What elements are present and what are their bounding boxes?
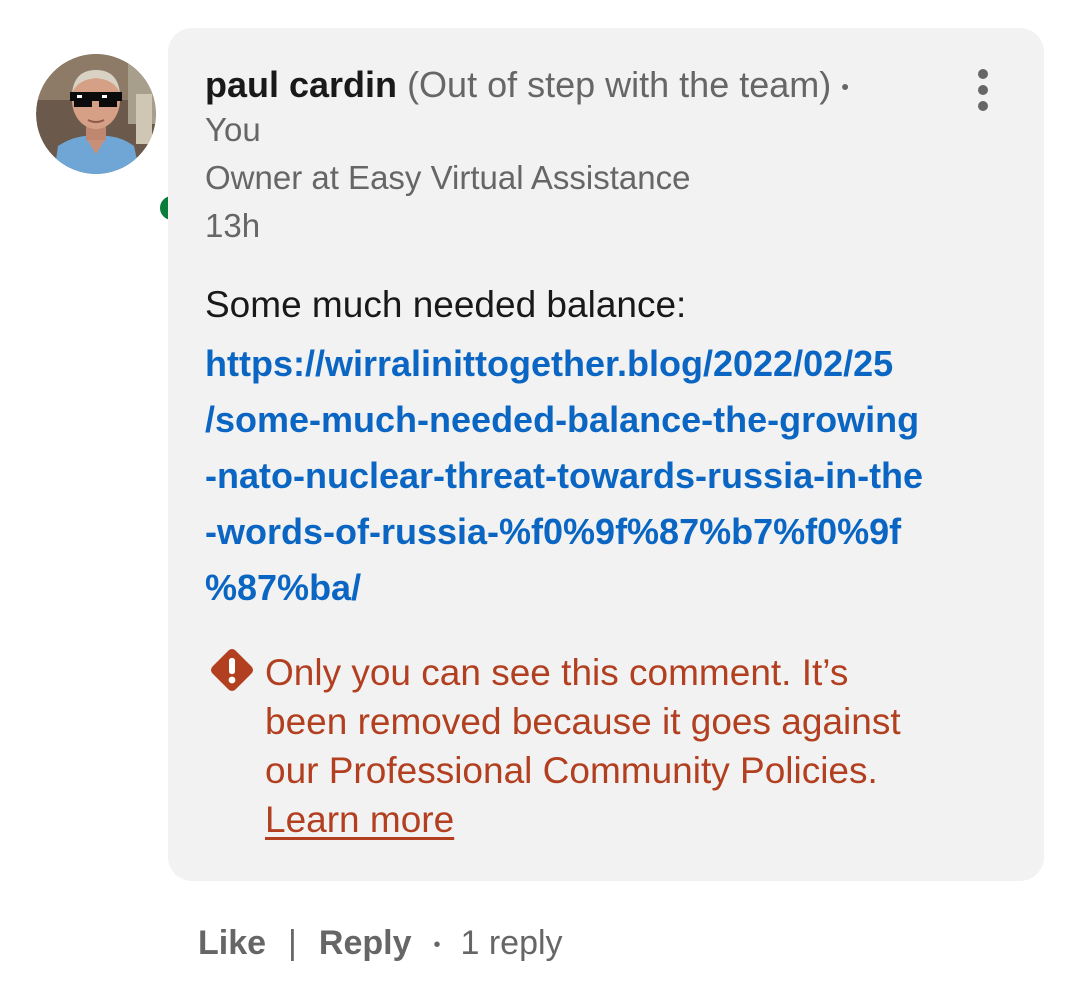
reply-count-link[interactable]: 1 reply xyxy=(461,924,563,962)
avatar[interactable] xyxy=(36,54,188,224)
warning-diamond-icon xyxy=(211,649,253,691)
action-bullet: • xyxy=(433,934,441,957)
notice-line: our Professional Community Policies. xyxy=(265,750,878,791)
link-line[interactable]: /some-much-needed-balance-the-growing xyxy=(205,392,1008,448)
link-line[interactable]: -words-of-russia-%f0%9f%87%b7%f0%9f xyxy=(205,504,1008,560)
notice-line: Only you can see this comment. It’s xyxy=(265,652,849,693)
learn-more-link[interactable]: Learn more xyxy=(265,799,454,840)
more-vertical-icon[interactable] xyxy=(969,68,997,112)
like-button[interactable]: Like xyxy=(198,924,266,962)
author-headline-tag: (Out of step with the team) xyxy=(407,64,832,105)
removal-notice: Only you can see this comment. It’s been… xyxy=(265,648,1025,844)
author-relation: You xyxy=(205,111,261,148)
header-separator: • xyxy=(841,74,849,100)
comment-actions: Like | Reply • 1 reply xyxy=(198,918,563,970)
author-header: paul cardin (Out of step with the team) … xyxy=(205,62,849,110)
comment-link[interactable]: https://wirralinittogether.blog/2022/02/… xyxy=(205,336,1008,616)
reply-button[interactable]: Reply xyxy=(319,924,412,962)
author-name[interactable]: paul cardin xyxy=(205,64,397,105)
action-divider: | xyxy=(288,924,297,962)
comment-card: paul cardin (Out of step with the team) … xyxy=(168,28,1044,881)
profile-photo xyxy=(36,54,156,174)
author-title: Owner at Easy Virtual Assistance xyxy=(205,159,691,196)
comment-timestamp: 13h xyxy=(205,207,261,244)
link-line[interactable]: -nato-nuclear-threat-towards-russia-in-t… xyxy=(205,448,1008,504)
comment-text: Some much needed balance: xyxy=(205,284,687,325)
link-line[interactable]: %87%ba/ xyxy=(205,560,1008,616)
notice-line: been removed because it goes against xyxy=(265,701,901,742)
link-line[interactable]: https://wirralinittogether.blog/2022/02/… xyxy=(205,336,1008,392)
